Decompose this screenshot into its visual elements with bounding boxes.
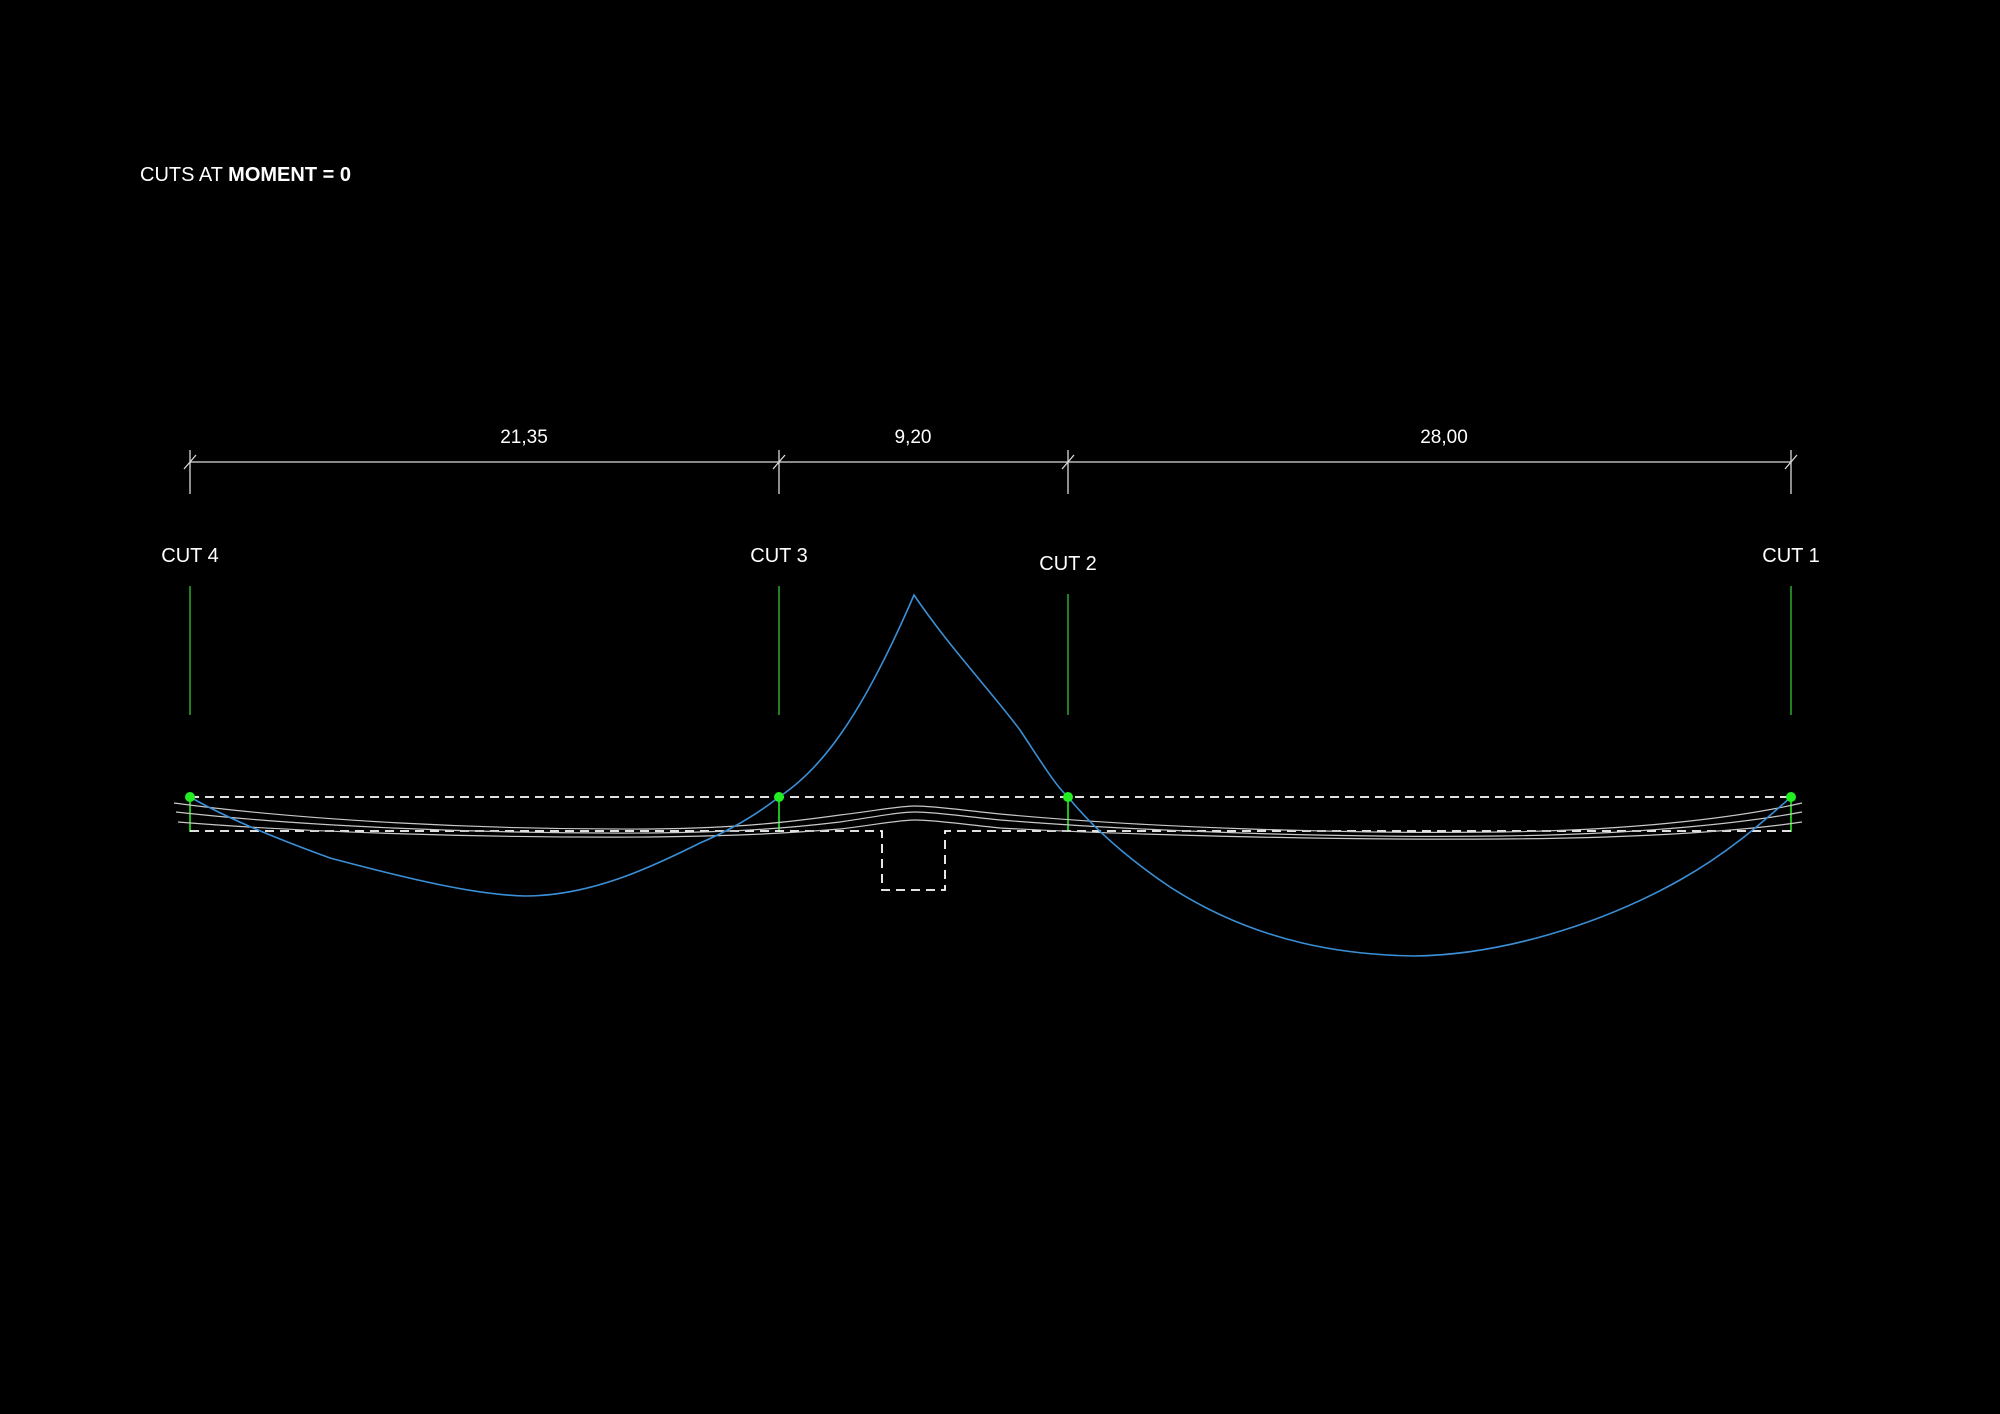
background bbox=[0, 0, 2000, 1414]
moment-diagram: CUTS AT MOMENT = 0 21,35 9,20 28,00 CUT … bbox=[0, 0, 2000, 1414]
title-prefix: CUTS AT bbox=[140, 164, 228, 186]
cut-marker-1 bbox=[1786, 792, 1796, 802]
cut-label-1: CUT 1 bbox=[1762, 545, 1819, 567]
cut-label-2: CUT 2 bbox=[1039, 553, 1096, 575]
cut-label-4: CUT 4 bbox=[161, 545, 218, 567]
title-emphasis: MOMENT = 0 bbox=[228, 164, 351, 186]
dimension-label-3: 28,00 bbox=[1420, 427, 1468, 448]
cut-marker-4 bbox=[185, 792, 195, 802]
diagram-title: CUTS AT MOMENT = 0 bbox=[140, 164, 351, 186]
cut-marker-2 bbox=[1063, 792, 1073, 802]
cut-marker-3 bbox=[774, 792, 784, 802]
dimension-label-2: 9,20 bbox=[895, 427, 932, 448]
dimension-label-1: 21,35 bbox=[500, 427, 548, 448]
cut-label-3: CUT 3 bbox=[750, 545, 807, 567]
